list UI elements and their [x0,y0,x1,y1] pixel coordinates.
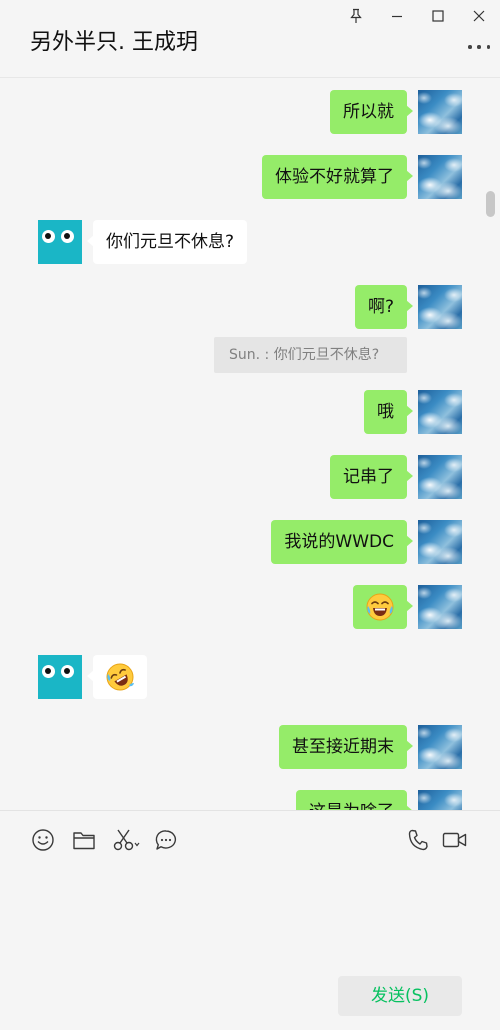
outgoing-message-bubble[interactable]: 所以就 [330,90,413,134]
message-list[interactable]: 所以就 体验不好就算了 你们元旦不休息? 啊? Sun. : 你们元旦不休息? … [0,79,500,810]
message-row: 哦 [0,390,500,436]
video-call-button[interactable] [441,827,469,853]
phone-icon [408,829,428,851]
outgoing-message-bubble[interactable]: 记串了 [330,455,413,499]
outgoing-emoji-bubble[interactable] [353,585,413,629]
pin-icon [350,8,362,23]
my-avatar[interactable] [418,90,462,134]
minimize-icon [392,15,402,18]
dot [486,45,490,49]
my-avatar[interactable] [418,285,462,329]
close-icon [473,10,485,22]
close-button[interactable] [466,4,492,28]
send-file-button[interactable] [71,827,97,853]
message-row: 啊? [0,285,500,331]
scrollbar-thumb[interactable] [486,191,495,217]
send-button[interactable]: 发送(S) [338,976,462,1016]
rolling-laughing-emoji-icon [106,663,134,691]
incoming-emoji-bubble[interactable] [87,655,147,699]
voice-call-button[interactable] [406,827,432,853]
maximize-icon [432,10,444,22]
laughing-crying-emoji-icon [366,593,394,621]
incoming-message-bubble[interactable]: 你们元旦不休息? [86,220,248,264]
outgoing-message-bubble[interactable]: 甚至接近期末 [279,725,413,769]
emoji-button[interactable] [30,827,56,853]
contact-avatar[interactable] [38,655,82,699]
message-row: 体验不好就算了 [0,155,500,201]
screenshot-button[interactable] [111,827,143,853]
folder-icon [73,832,95,850]
my-avatar[interactable] [418,725,462,769]
message-row: 甚至接近期末 [0,725,500,771]
maximize-button[interactable] [425,4,451,28]
message-row: 这是为啥了 [0,790,500,810]
outgoing-message-bubble[interactable]: 这是为啥了 [296,790,413,810]
my-avatar[interactable] [418,585,462,629]
message-composer: 发送(S) [0,810,500,1030]
message-row [0,655,500,701]
my-avatar[interactable] [418,155,462,199]
eye [61,230,74,243]
message-row: 所以就 [0,90,500,136]
message-row: 记串了 [0,455,500,501]
my-avatar[interactable] [418,455,462,499]
outgoing-message-bubble[interactable]: 我说的WWDC [271,520,413,564]
more-options-button[interactable] [468,40,490,54]
video-camera-icon [442,832,467,848]
chat-history-button[interactable] [153,827,179,853]
eye [42,665,55,678]
title-bar: 另外半只. 王成玥 [0,0,500,78]
minimize-button[interactable] [384,4,410,28]
chat-title: 另外半只. 王成玥 [30,30,198,55]
dot [477,45,481,49]
contact-avatar[interactable] [38,220,82,264]
quoted-message[interactable]: Sun. : 你们元旦不休息? [214,337,407,373]
my-avatar[interactable] [418,390,462,434]
outgoing-message-bubble[interactable]: 啊? [354,285,414,329]
message-input[interactable] [20,865,480,965]
pin-button[interactable] [343,4,369,28]
outgoing-message-bubble[interactable]: 体验不好就算了 [262,155,413,199]
chat-bubble-icon [155,830,177,850]
eye [42,230,55,243]
my-avatar[interactable] [418,520,462,564]
dot [468,45,472,49]
scissors-icon [113,829,140,851]
outgoing-message-bubble[interactable]: 哦 [364,390,413,434]
message-row [0,585,500,631]
message-row: 我说的WWDC [0,520,500,566]
message-row: 你们元旦不休息? [0,220,500,266]
emoji-icon [32,829,54,851]
eye [61,665,74,678]
my-avatar[interactable] [418,790,462,810]
